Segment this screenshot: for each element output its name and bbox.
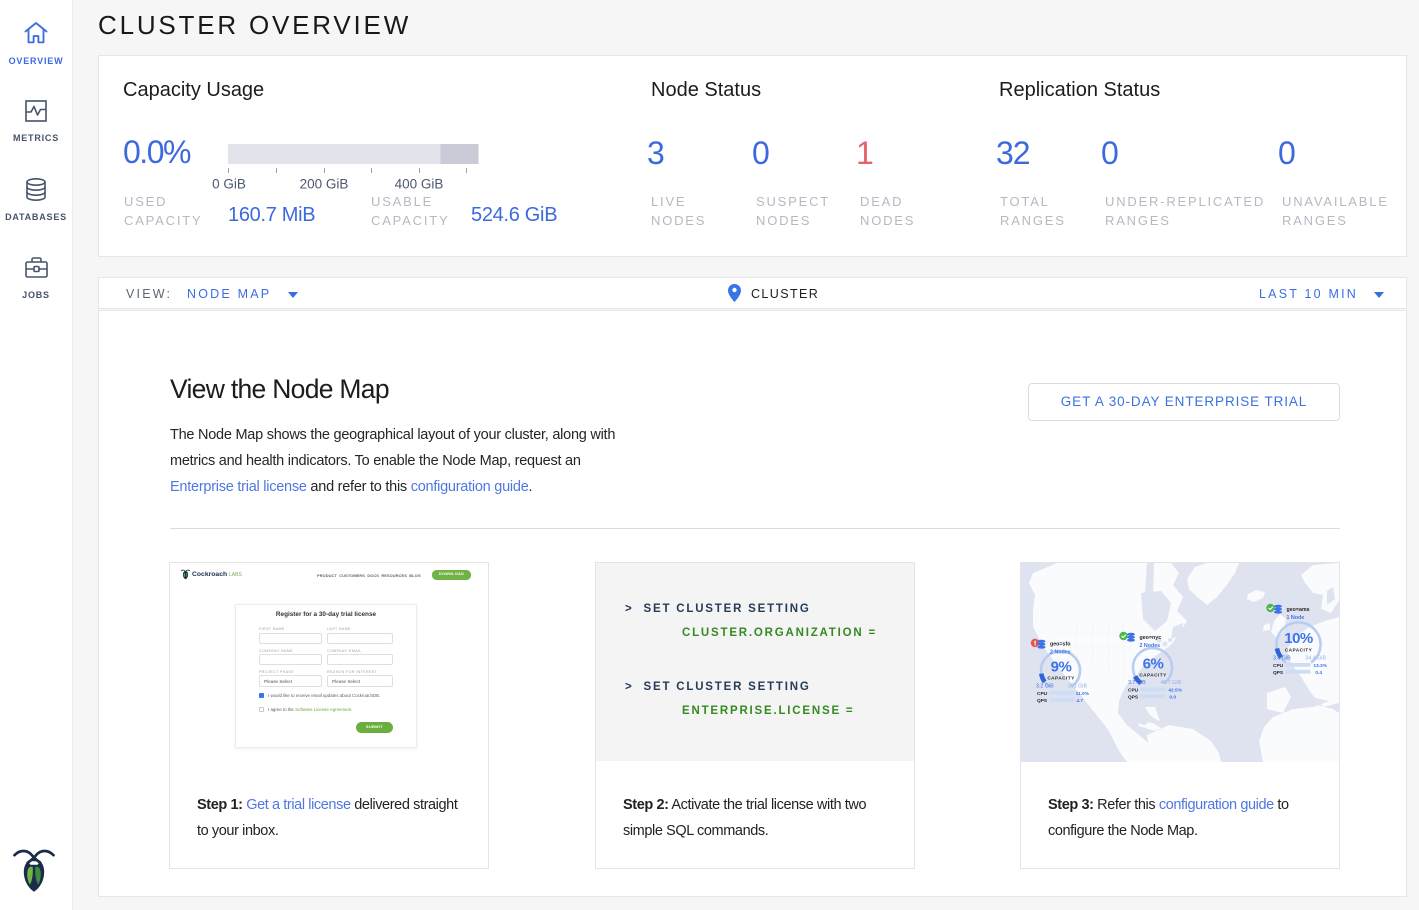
svg-text:2 Nodes: 2 Nodes <box>1050 650 1071 656</box>
svg-text:geo=ams: geo=ams <box>1287 607 1310 613</box>
svg-text:0 GiB: 0 GiB <box>212 177 246 192</box>
svg-text:45.7 GiB: 45.7 GiB <box>1160 680 1181 686</box>
svg-text:200 GiB: 200 GiB <box>300 177 349 192</box>
svg-text:351 GiB: 351 GiB <box>1068 684 1088 690</box>
svg-text:42.5%: 42.5% <box>1168 688 1182 694</box>
svg-text:CPU: CPU <box>1037 691 1048 697</box>
svg-text:geo=nyc: geo=nyc <box>1140 635 1162 641</box>
svg-text:0.0: 0.0 <box>1169 694 1176 700</box>
svg-text:10%: 10% <box>1284 630 1313 647</box>
svg-text:CAPACITY: CAPACITY <box>1047 676 1075 682</box>
svg-text:9%: 9% <box>1051 659 1072 676</box>
svg-text:QPS: QPS <box>1273 670 1284 676</box>
svg-text:4.7: 4.7 <box>1076 698 1083 704</box>
svg-text:QPS: QPS <box>1037 698 1048 704</box>
svg-text:3.7 GiB: 3.7 GiB <box>1128 680 1146 686</box>
svg-text:34.4 GiB: 34.4 GiB <box>1305 656 1326 662</box>
svg-text:2 Nodes: 2 Nodes <box>1140 643 1161 649</box>
svg-text:CPU: CPU <box>1128 688 1139 694</box>
svg-text:1 Node: 1 Node <box>1287 615 1305 621</box>
svg-text:CAPACITY: CAPACITY <box>1285 648 1313 654</box>
svg-text:400 GiB: 400 GiB <box>395 177 444 192</box>
svg-text:CAPACITY: CAPACITY <box>1139 673 1167 679</box>
svg-text:11.0%: 11.0% <box>1076 691 1090 697</box>
svg-text:13.3%: 13.3% <box>1313 663 1327 669</box>
svg-text:6%: 6% <box>1143 656 1164 673</box>
svg-text:3.2 GiB: 3.2 GiB <box>1036 684 1054 690</box>
svg-text:geo=sfo: geo=sfo <box>1050 642 1071 648</box>
svg-text:CPU: CPU <box>1273 663 1284 669</box>
svg-text:0.4: 0.4 <box>1315 670 1322 676</box>
svg-text:QPS: QPS <box>1128 694 1139 700</box>
svg-text:3.6 GiB: 3.6 GiB <box>1273 656 1291 662</box>
